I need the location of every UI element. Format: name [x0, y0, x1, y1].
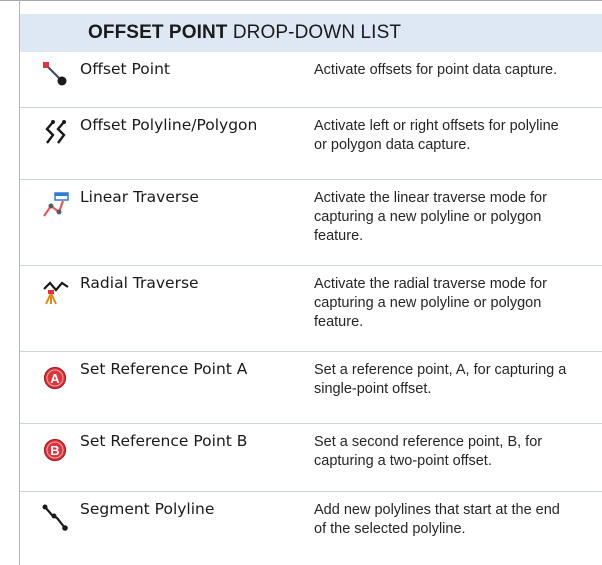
item-description: Activate the linear traverse mode for ca…: [314, 189, 594, 246]
description-line: Activate left or right offsets for polyl…: [314, 118, 559, 134]
item-name: Offset Polyline/Polygon: [80, 116, 258, 134]
description-line: feature.: [314, 228, 364, 244]
list-item-radial-traverse: Radial Traverse Activate the radial trav…: [20, 266, 602, 352]
description-line: or polygon data capture.: [314, 137, 471, 153]
list-item-offset-point: Offset Point Activate offsets for point …: [20, 52, 602, 108]
description-line: capturing a new polyline or polygon: [314, 209, 542, 225]
table-title-rest: DROP-DOWN LIST: [227, 22, 402, 43]
description-line: Activate offsets for point data capture.: [314, 62, 558, 78]
list-item-set-reference-point-b: B Set Reference Point B Set a second ref…: [20, 424, 602, 492]
description-line: Activate the radial traverse mode for: [314, 276, 547, 292]
item-name: Set Reference Point A: [80, 360, 248, 378]
linear-traverse-icon: [42, 191, 70, 219]
description-line: Activate the linear traverse mode for: [314, 190, 547, 206]
offset-polyline-polygon-icon: [42, 119, 70, 147]
description-line: Add new polylines that start at the end: [314, 502, 560, 518]
offset-point-table: OFFSET POINT DROP-DOWN LIST Offset Point…: [0, 0, 602, 565]
segment-polyline-icon: [42, 504, 70, 532]
offset-point-icon: [42, 61, 70, 89]
description-line: capturing a two-point offset.: [314, 453, 492, 469]
item-name: Segment Polyline: [80, 500, 215, 518]
description-line: of the selected polyline.: [314, 521, 466, 537]
item-description: Activate left or right offsets for polyl…: [314, 117, 594, 155]
item-name: Set Reference Point B: [80, 432, 248, 450]
radial-traverse-icon: [42, 277, 70, 305]
table-header: OFFSET POINT DROP-DOWN LIST: [20, 14, 602, 52]
description-line: feature.: [314, 314, 364, 330]
reference-point-b-icon: B: [42, 437, 70, 465]
item-description: Set a second reference point, B, for cap…: [314, 433, 594, 471]
item-description: Activate offsets for point data capture.: [314, 61, 594, 80]
description-line: Set a reference point, A, for capturing …: [314, 362, 567, 378]
description-line: single-point offset.: [314, 381, 432, 397]
list-item-segment-polyline: Segment Polyline Add new polylines that …: [20, 492, 602, 562]
reference-point-a-icon: A: [42, 365, 70, 393]
item-name: Radial Traverse: [80, 274, 199, 292]
item-name: Linear Traverse: [80, 188, 199, 206]
item-description: Add new polylines that start at the end …: [314, 501, 594, 539]
badge-letter: A: [50, 371, 60, 386]
badge-letter: B: [50, 443, 59, 458]
table-title-bold: OFFSET POINT: [88, 22, 228, 43]
item-description: Activate the radial traverse mode for ca…: [314, 275, 594, 332]
description-line: capturing a new polyline or polygon: [314, 295, 542, 311]
table-title: OFFSET POINT DROP-DOWN LIST: [88, 22, 401, 44]
list-item-linear-traverse: Linear Traverse Activate the linear trav…: [20, 180, 602, 266]
top-rule: [0, 0, 602, 1]
list-item-offset-polyline-polygon: Offset Polyline/Polygon Activate left or…: [20, 108, 602, 180]
description-line: Set a second reference point, B, for: [314, 434, 543, 450]
list-item-set-reference-point-a: A Set Reference Point A Set a reference …: [20, 352, 602, 424]
item-name: Offset Point: [80, 60, 170, 78]
item-description: Set a reference point, A, for capturing …: [314, 361, 594, 399]
